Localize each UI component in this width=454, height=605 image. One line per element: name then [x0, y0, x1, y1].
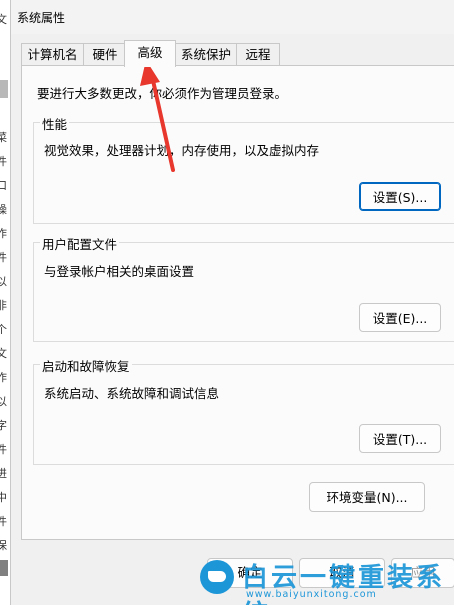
- performance-title: 性能: [40, 114, 70, 133]
- tab-remote[interactable]: 远程: [236, 43, 280, 65]
- startup-recovery-description: 系统启动、系统故障和调试信息: [44, 386, 220, 401]
- startup-recovery-title: 启动和故障恢复: [40, 356, 132, 375]
- tab-strip: 计算机名 硬件 高级 系统保护 远程: [11, 40, 454, 67]
- admin-note: 要进行大多数更改，你必须作为管理员登录。: [37, 86, 288, 101]
- tab-computer-name[interactable]: 计算机名: [21, 43, 84, 65]
- window-title: 系统属性: [17, 11, 66, 25]
- screen: 文 菜 件 口 操 作 件 以 非 个 文 作 以 字 件 进 中 件 保 系统…: [0, 0, 454, 605]
- bg-scroll-mark: [0, 560, 8, 576]
- performance-settings-button[interactable]: 设置(S)...: [359, 182, 441, 211]
- apply-button[interactable]: 应用: [391, 558, 454, 588]
- user-profiles-title: 用户配置文件: [40, 234, 120, 253]
- startup-recovery-group: 启动和故障恢复 系统启动、系统故障和调试信息 设置(T)...: [33, 356, 454, 465]
- startup-recovery-settings-button[interactable]: 设置(T)...: [359, 424, 441, 453]
- tab-system-protection[interactable]: 系统保护: [175, 43, 237, 65]
- cancel-button[interactable]: 取消: [299, 558, 385, 588]
- tab-advanced[interactable]: 高级: [124, 40, 176, 67]
- performance-description: 视觉效果，处理器计划，内存使用，以及虚拟内存: [44, 143, 320, 158]
- environment-variables-button[interactable]: 环境变量(N)...: [309, 482, 425, 512]
- performance-group: 性能 视觉效果，处理器计划，内存使用，以及虚拟内存 设置(S)...: [33, 114, 454, 224]
- ok-button[interactable]: 确定: [207, 558, 293, 588]
- system-properties-dialog: 系统属性 计算机名 硬件 高级 系统保护 远程 要进行大多数更改，你必须作为管理…: [10, 0, 454, 605]
- title-bar[interactable]: 系统属性: [11, 0, 454, 34]
- user-profiles-group: 用户配置文件 与登录帐户相关的桌面设置 设置(E)...: [33, 234, 454, 342]
- user-profiles-description: 与登录帐户相关的桌面设置: [44, 264, 195, 279]
- user-profiles-settings-button[interactable]: 设置(E)...: [359, 303, 441, 332]
- bg-scroll-mark: [0, 80, 8, 98]
- tab-hardware[interactable]: 硬件: [83, 43, 127, 65]
